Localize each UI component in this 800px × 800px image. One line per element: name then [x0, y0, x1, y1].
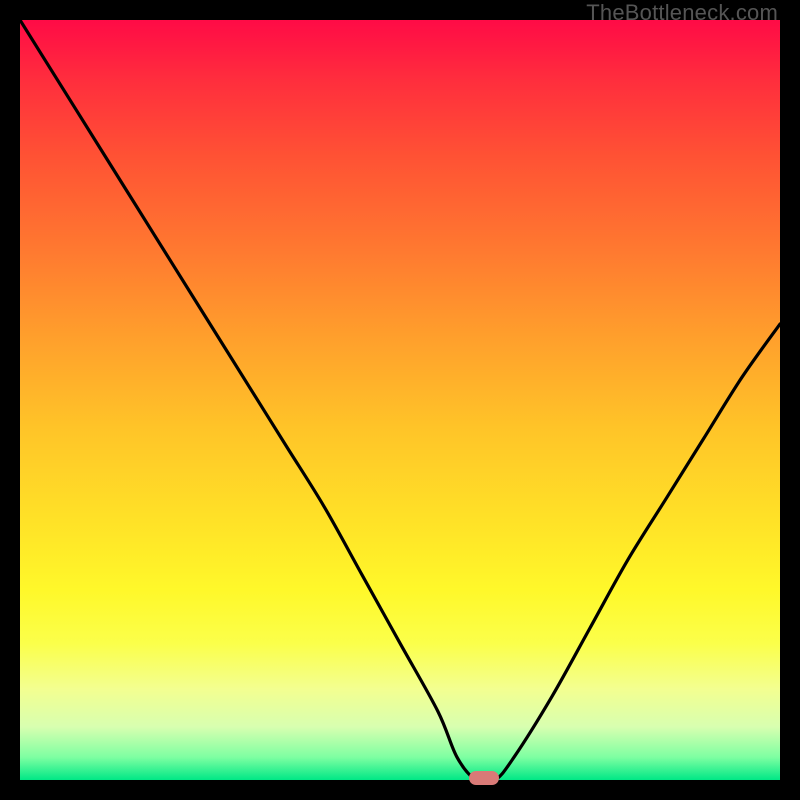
optimal-marker	[469, 771, 499, 785]
plot-area	[20, 20, 780, 780]
chart-frame: TheBottleneck.com	[0, 0, 800, 800]
watermark-text: TheBottleneck.com	[586, 0, 778, 26]
bottleneck-curve	[20, 20, 780, 780]
